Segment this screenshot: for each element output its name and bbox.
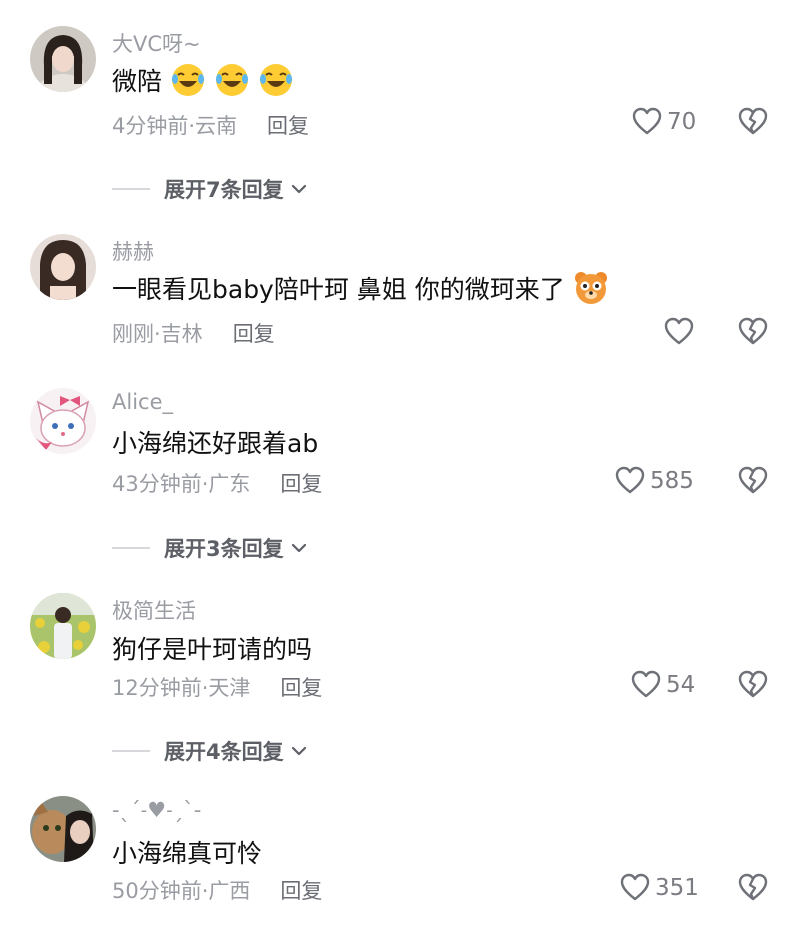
chevron-down-icon [291, 543, 306, 553]
divider [112, 188, 150, 190]
comment-text: 狗仔是叶珂请的吗 [112, 630, 312, 666]
broken-heart-icon [738, 873, 768, 901]
bear-face-icon [573, 270, 609, 306]
broken-heart-icon [738, 317, 768, 345]
comment-text: 小海绵还好跟着ab [112, 424, 318, 460]
avatar[interactable] [30, 234, 96, 300]
expand-replies-label: 展开4条回复 [164, 740, 284, 764]
comment-item: -ˎˊ˗♥︎˗ˏˋ- 小海绵真可怜 50分钟前·广西 回复 351 [0, 0, 800, 903]
comment-text: 小海绵真可怜 [112, 834, 262, 870]
comment-text: 一眼看见baby陪叶珂 鼻姐 你的微珂来了 [112, 270, 609, 306]
dislike-button[interactable] [737, 316, 769, 348]
like-button[interactable] [663, 316, 699, 348]
username[interactable]: 赫赫 [112, 236, 154, 266]
comment-meta: 43分钟前·广东 回复 [112, 468, 322, 498]
avatar[interactable] [30, 593, 96, 659]
chevron-down-icon [291, 746, 306, 756]
broken-heart-icon [738, 466, 768, 494]
like-count: 585 [650, 468, 694, 494]
comment-text-content: 小海绵真可怜 [112, 839, 263, 868]
heart-icon [631, 670, 661, 698]
reply-button[interactable]: 回复 [233, 322, 275, 346]
heart-icon [664, 317, 694, 345]
expand-replies-button[interactable]: 展开4条回复 [112, 736, 308, 766]
heart-icon [615, 466, 645, 494]
expand-replies-label: 展开7条回复 [164, 178, 284, 202]
broken-heart-icon [738, 670, 768, 698]
dislike-button[interactable] [737, 465, 769, 497]
chevron-down-icon [291, 184, 306, 194]
like-count: 54 [666, 672, 696, 698]
expand-replies-button[interactable]: 展开3条回复 [112, 533, 308, 563]
reply-button[interactable]: 回复 [280, 676, 322, 700]
like-button[interactable]: 351 [619, 872, 699, 904]
avatar[interactable] [30, 388, 96, 454]
comment-text-content: 狗仔是叶珂请的吗 [112, 635, 313, 664]
dislike-button[interactable] [737, 872, 769, 904]
comment-meta: 刚刚·吉林 回复 [112, 318, 275, 348]
divider [112, 750, 150, 752]
comment-meta: 50分钟前·广西 回复 [112, 875, 322, 905]
username[interactable]: Alice_ [112, 390, 173, 414]
like-button[interactable]: 585 [614, 465, 694, 497]
time-location: 43分钟前·广东 [112, 472, 251, 496]
username[interactable]: -ˎˊ˗♥︎˗ˏˋ- [112, 798, 201, 822]
username[interactable]: 极简生活 [112, 595, 196, 625]
like-count: 351 [655, 875, 699, 901]
reply-button[interactable]: 回复 [280, 879, 322, 903]
divider [112, 547, 150, 549]
time-location: 刚刚·吉林 [112, 322, 203, 346]
expand-replies-label: 展开3条回复 [164, 537, 284, 561]
comment-text-content: 一眼看见baby陪叶珂 鼻姐 你的微珂来了 [112, 275, 565, 304]
comment-meta: 12分钟前·天津 回复 [112, 672, 322, 702]
time-location: 50分钟前·广西 [112, 879, 251, 903]
dislike-button[interactable] [737, 669, 769, 701]
heart-icon [620, 873, 650, 901]
avatar[interactable] [30, 796, 96, 862]
like-button[interactable]: 54 [630, 669, 695, 701]
expand-replies-button[interactable]: 展开7条回复 [112, 174, 308, 204]
time-location: 12分钟前·天津 [112, 676, 251, 700]
reply-button[interactable]: 回复 [280, 472, 322, 496]
comment-text-content: 小海绵还好跟着ab [112, 429, 319, 458]
